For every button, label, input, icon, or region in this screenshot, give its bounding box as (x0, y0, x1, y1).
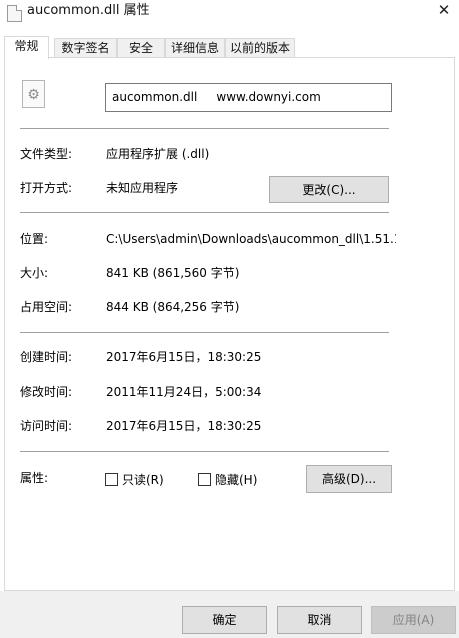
cancel-button[interactable]: 取消 (277, 606, 362, 634)
advanced-button[interactable]: 高级(D)... (306, 465, 392, 493)
size-on-disk-label: 占用空间: (20, 300, 73, 314)
created-label: 创建时间: (20, 350, 73, 364)
ok-button[interactable]: 确定 (182, 606, 267, 634)
tab-digital-signatures[interactable]: 数字签名 (54, 38, 117, 58)
hidden-checkbox[interactable] (198, 473, 211, 486)
location-label: 位置: (20, 232, 49, 246)
general-panel (4, 57, 455, 591)
title-bar: aucommon.dll 属性 ✕ (0, 0, 459, 30)
size-label: 大小: (20, 266, 49, 280)
gear-icon: ⚙ (27, 87, 40, 103)
tab-general[interactable]: 常规 (4, 36, 49, 59)
accessed-label: 访问时间: (20, 419, 73, 433)
size-on-disk-value: 844 KB (864,256 字节) (106, 300, 240, 314)
opens-with-label: 打开方式: (20, 181, 73, 195)
type-value: 应用程序扩展 (.dll) (106, 147, 210, 161)
readonly-checkbox[interactable] (105, 473, 118, 486)
dll-file-icon (7, 5, 22, 22)
dialog-footer: 确定 取消 应用(A) (0, 591, 459, 638)
type-label: 文件类型: (20, 147, 73, 161)
size-value: 841 KB (861,560 字节) (106, 266, 240, 280)
modified-label: 修改时间: (20, 385, 73, 399)
accessed-value: 2017年6月15日，18:30:25 (106, 419, 262, 433)
opens-with-value: 未知应用程序 (106, 181, 179, 195)
change-button[interactable]: 更改(C)... (269, 176, 389, 203)
file-name-field[interactable]: aucommon.dll www.downyi.com (105, 83, 392, 112)
hidden-label: 隐藏(H) (215, 473, 258, 487)
readonly-label: 只读(R) (122, 473, 164, 487)
separator (20, 451, 389, 452)
separator (20, 332, 389, 333)
close-button[interactable]: ✕ (429, 0, 459, 22)
location-value: C:\Users\admin\Downloads\aucommon_dll\1.… (106, 232, 396, 246)
gear-file-icon: ⚙ (22, 80, 45, 108)
window-title: aucommon.dll 属性 (27, 3, 150, 18)
tab-details[interactable]: 详细信息 (165, 38, 225, 58)
separator (20, 128, 389, 129)
apply-button[interactable]: 应用(A) (371, 606, 456, 634)
modified-value: 2011年11月24日，5:00:34 (106, 385, 262, 399)
tab-previous-versions[interactable]: 以前的版本 (225, 38, 295, 58)
attributes-label: 属性: (20, 471, 49, 485)
created-value: 2017年6月15日，18:30:25 (106, 350, 262, 364)
separator (20, 212, 389, 213)
tab-security[interactable]: 安全 (117, 38, 165, 58)
